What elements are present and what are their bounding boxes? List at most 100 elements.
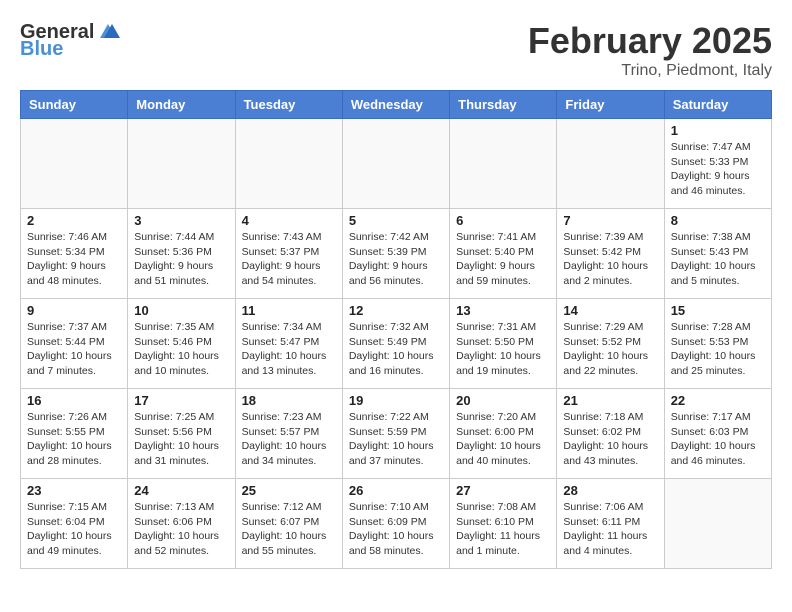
day-info: Sunrise: 7:46 AMSunset: 5:34 PMDaylight:… [27, 230, 121, 289]
calendar-cell: 9 Sunrise: 7:37 AMSunset: 5:44 PMDaylight… [21, 299, 128, 389]
day-number: 28 [563, 483, 657, 498]
calendar-cell: 23Sunrise: 7:15 AMSunset: 6:04 PMDayligh… [21, 479, 128, 569]
calendar-cell: 6 Sunrise: 7:41 AMSunset: 5:40 PMDaylight… [450, 209, 557, 299]
calendar-cell: 28 Sunrise: 7:06 AMSunset: 6:11 PMDayligh… [557, 479, 664, 569]
logo-icon [96, 20, 120, 44]
calendar-cell: 8 Sunrise: 7:38 AMSunset: 5:43 PMDaylight… [664, 209, 771, 299]
weekday-header-saturday: Saturday [664, 91, 771, 119]
day-number: 26 [349, 483, 443, 498]
weekday-header-sunday: Sunday [21, 91, 128, 119]
day-number: 3 [134, 213, 228, 228]
day-number: 19 [349, 393, 443, 408]
day-number: 24 [134, 483, 228, 498]
calendar-cell [557, 119, 664, 209]
day-info: Sunrise: 7:42 AMSunset: 5:39 PMDaylight:… [349, 230, 443, 289]
week-row-4: 16 Sunrise: 7:26 AMSunset: 5:55 PMDayligh… [21, 389, 772, 479]
day-number: 2 [27, 213, 121, 228]
calendar-cell: 24Sunrise: 7:13 AMSunset: 6:06 PMDayligh… [128, 479, 235, 569]
day-info: Sunrise: 7:31 AMSunset: 5:50 PMDaylight:… [456, 320, 550, 379]
calendar-table: SundayMondayTuesdayWednesdayThursdayFrid… [20, 90, 772, 569]
day-info: Sunrise: 7:34 AMSunset: 5:47 PMDaylight:… [242, 320, 336, 379]
day-info: Sunrise: 7:32 AMSunset: 5:49 PMDaylight:… [349, 320, 443, 379]
day-info: Sunrise: 7:23 AMSunset: 5:57 PMDaylight:… [242, 410, 336, 469]
day-info: Sunrise: 7:08 AMSunset: 6:10 PMDaylight:… [456, 500, 550, 559]
calendar-cell: 3 Sunrise: 7:44 AMSunset: 5:36 PMDaylight… [128, 209, 235, 299]
day-info: Sunrise: 7:38 AMSunset: 5:43 PMDaylight:… [671, 230, 765, 289]
day-info: Sunrise: 7:29 AMSunset: 5:52 PMDaylight:… [563, 320, 657, 379]
day-info: Sunrise: 7:06 AMSunset: 6:11 PMDaylight:… [563, 500, 657, 559]
day-info: Sunrise: 7:25 AMSunset: 5:56 PMDaylight:… [134, 410, 228, 469]
day-info: Sunrise: 7:37 AMSunset: 5:44 PMDaylight:… [27, 320, 121, 379]
calendar-cell: 11 Sunrise: 7:34 AMSunset: 5:47 PMDayligh… [235, 299, 342, 389]
day-number: 18 [242, 393, 336, 408]
day-number: 21 [563, 393, 657, 408]
calendar-cell: 5 Sunrise: 7:42 AMSunset: 5:39 PMDaylight… [342, 209, 449, 299]
title-section: February 2025 Trino, Piedmont, Italy [528, 20, 772, 80]
calendar-cell: 12 Sunrise: 7:32 AMSunset: 5:49 PMDayligh… [342, 299, 449, 389]
day-number: 13 [456, 303, 550, 318]
location-title: Trino, Piedmont, Italy [528, 62, 772, 80]
day-number: 8 [671, 213, 765, 228]
day-info: Sunrise: 7:22 AMSunset: 5:59 PMDaylight:… [349, 410, 443, 469]
day-number: 15 [671, 303, 765, 318]
calendar-cell: 19 Sunrise: 7:22 AMSunset: 5:59 PMDayligh… [342, 389, 449, 479]
calendar-cell: 27Sunrise: 7:08 AMSunset: 6:10 PMDayligh… [450, 479, 557, 569]
weekday-header-tuesday: Tuesday [235, 91, 342, 119]
day-info: Sunrise: 7:43 AMSunset: 5:37 PMDaylight:… [242, 230, 336, 289]
calendar-cell: 4 Sunrise: 7:43 AMSunset: 5:37 PMDaylight… [235, 209, 342, 299]
calendar-cell [664, 479, 771, 569]
calendar-cell: 13 Sunrise: 7:31 AMSunset: 5:50 PMDayligh… [450, 299, 557, 389]
calendar-cell: 16 Sunrise: 7:26 AMSunset: 5:55 PMDayligh… [21, 389, 128, 479]
calendar-cell [450, 119, 557, 209]
weekday-header-row: SundayMondayTuesdayWednesdayThursdayFrid… [21, 91, 772, 119]
calendar-cell: 15 Sunrise: 7:28 AMSunset: 5:53 PMDayligh… [664, 299, 771, 389]
weekday-header-wednesday: Wednesday [342, 91, 449, 119]
weekday-header-monday: Monday [128, 91, 235, 119]
day-info: Sunrise: 7:44 AMSunset: 5:36 PMDaylight:… [134, 230, 228, 289]
calendar-cell: 7 Sunrise: 7:39 AMSunset: 5:42 PMDaylight… [557, 209, 664, 299]
day-info: Sunrise: 7:39 AMSunset: 5:42 PMDaylight:… [563, 230, 657, 289]
day-info: Sunrise: 7:18 AMSunset: 6:02 PMDaylight:… [563, 410, 657, 469]
day-number: 5 [349, 213, 443, 228]
day-info: Sunrise: 7:15 AMSunset: 6:04 PMDaylight:… [27, 500, 121, 559]
day-info: Sunrise: 7:20 AMSunset: 6:00 PMDaylight:… [456, 410, 550, 469]
day-number: 17 [134, 393, 228, 408]
calendar-cell: 14Sunrise: 7:29 AMSunset: 5:52 PMDayligh… [557, 299, 664, 389]
day-info: Sunrise: 7:41 AMSunset: 5:40 PMDaylight:… [456, 230, 550, 289]
day-info: Sunrise: 7:35 AMSunset: 5:46 PMDaylight:… [134, 320, 228, 379]
day-number: 12 [349, 303, 443, 318]
calendar-cell [235, 119, 342, 209]
day-number: 10 [134, 303, 228, 318]
calendar-cell [21, 119, 128, 209]
calendar-cell: 2 Sunrise: 7:46 AMSunset: 5:34 PMDaylight… [21, 209, 128, 299]
calendar-cell: 18 Sunrise: 7:23 AMSunset: 5:57 PMDayligh… [235, 389, 342, 479]
day-info: Sunrise: 7:28 AMSunset: 5:53 PMDaylight:… [671, 320, 765, 379]
calendar-cell: 17 Sunrise: 7:25 AMSunset: 5:56 PMDayligh… [128, 389, 235, 479]
calendar-cell: 20 Sunrise: 7:20 AMSunset: 6:00 PMDayligh… [450, 389, 557, 479]
week-row-1: 1 Sunrise: 7:47 AMSunset: 5:33 PMDaylight… [21, 119, 772, 209]
calendar-cell [128, 119, 235, 209]
day-number: 9 [27, 303, 121, 318]
logo-blue: Blue [20, 38, 63, 61]
day-number: 6 [456, 213, 550, 228]
day-info: Sunrise: 7:26 AMSunset: 5:55 PMDaylight:… [27, 410, 121, 469]
day-number: 1 [671, 123, 765, 138]
day-number: 4 [242, 213, 336, 228]
day-info: Sunrise: 7:12 AMSunset: 6:07 PMDaylight:… [242, 500, 336, 559]
day-number: 11 [242, 303, 336, 318]
month-title: February 2025 [528, 20, 772, 62]
week-row-3: 9 Sunrise: 7:37 AMSunset: 5:44 PMDaylight… [21, 299, 772, 389]
day-number: 20 [456, 393, 550, 408]
calendar-cell: 22 Sunrise: 7:17 AMSunset: 6:03 PMDayligh… [664, 389, 771, 479]
logo: General Blue [20, 20, 120, 61]
day-number: 16 [27, 393, 121, 408]
calendar-cell [342, 119, 449, 209]
day-number: 22 [671, 393, 765, 408]
day-number: 7 [563, 213, 657, 228]
day-info: Sunrise: 7:47 AMSunset: 5:33 PMDaylight:… [671, 140, 765, 199]
weekday-header-friday: Friday [557, 91, 664, 119]
calendar-cell: 25 Sunrise: 7:12 AMSunset: 6:07 PMDayligh… [235, 479, 342, 569]
day-info: Sunrise: 7:17 AMSunset: 6:03 PMDaylight:… [671, 410, 765, 469]
page-header: General Blue February 2025 Trino, Piedmo… [20, 20, 772, 80]
day-number: 25 [242, 483, 336, 498]
